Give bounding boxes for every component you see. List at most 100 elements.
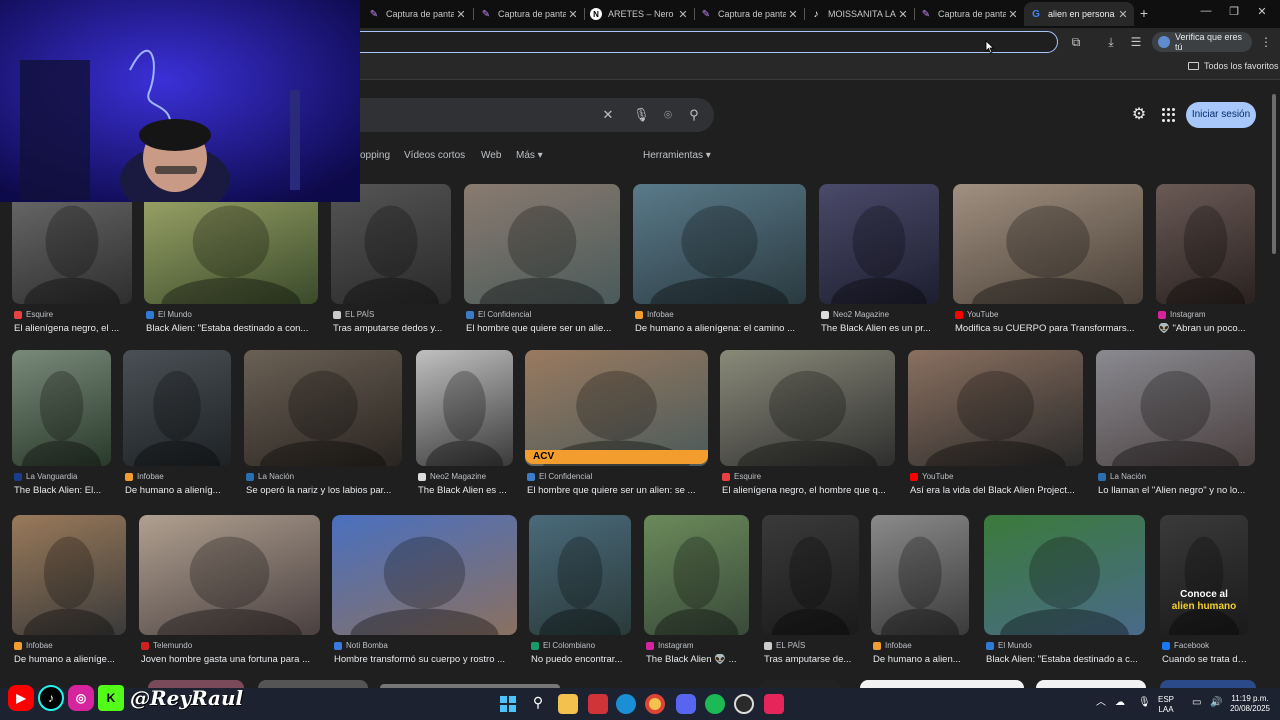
result-source[interactable]: Noti Bomba — [334, 641, 388, 650]
tray-chevron-icon[interactable]: ︿ — [1096, 698, 1106, 708]
result-source[interactable]: Instagram — [646, 641, 694, 650]
tab[interactable]: ✎ Captura de pantalla ✕ — [914, 2, 1024, 26]
result-source[interactable]: Telemundo — [141, 641, 192, 650]
result-source[interactable]: YouTube — [910, 472, 953, 481]
file-explorer-icon[interactable] — [558, 694, 578, 714]
image-thumbnail[interactable] — [762, 515, 859, 635]
image-thumbnail[interactable] — [871, 515, 969, 635]
result-source[interactable]: Esquire — [14, 310, 53, 319]
download-icon[interactable]: ⤓ — [1103, 34, 1119, 50]
image-thumbnail[interactable] — [123, 350, 231, 466]
image-thumbnail[interactable] — [720, 350, 895, 466]
close-icon[interactable]: ✕ — [676, 8, 690, 21]
image-result[interactable]: Noti Bomba Hombre transformó su cuerpo y … — [332, 515, 517, 673]
result-caption[interactable]: Tras amputarse dedos y... — [333, 323, 453, 334]
start-icon[interactable] — [498, 694, 518, 714]
page-scrollbar[interactable] — [1270, 84, 1278, 684]
image-thumbnail[interactable] — [1036, 680, 1146, 688]
filter-web[interactable]: Web — [481, 150, 501, 161]
image-result[interactable]: YouTube Así era la vida del Black Alien P… — [908, 350, 1083, 504]
image-thumbnail[interactable] — [633, 184, 806, 304]
steam-icon[interactable] — [734, 694, 754, 714]
result-caption[interactable]: The Black Alien 👽 ... — [646, 654, 751, 665]
settings-icon[interactable]: ⚙ — [1130, 106, 1148, 124]
image-result[interactable]: La Nación Se operó la nariz y los labios … — [244, 350, 402, 504]
result-caption[interactable]: The Black Alien es ... — [418, 485, 515, 496]
image-thumbnail[interactable] — [1156, 184, 1255, 304]
result-caption[interactable]: Se operó la nariz y los labios par... — [246, 485, 404, 496]
image-thumbnail[interactable] — [244, 350, 402, 466]
image-result[interactable]: EL PAÍS Tras amputarse de... — [762, 515, 859, 673]
result-caption[interactable]: Joven hombre gasta una fortuna para ... — [141, 654, 322, 665]
microphone-icon[interactable]: 🎙 — [1138, 698, 1151, 708]
image-result[interactable]: Esquire El alienígena negro, el hombre qu… — [720, 350, 895, 504]
result-source[interactable]: Neo2 Magazine — [418, 472, 486, 481]
result-source[interactable]: EL PAÍS — [764, 641, 805, 650]
result-source[interactable]: Esquire — [722, 472, 761, 481]
image-result[interactable]: El Confidencial El hombre que quiere ser … — [464, 184, 620, 342]
discord-icon[interactable] — [676, 694, 696, 714]
image-thumbnail[interactable] — [12, 515, 126, 635]
clock[interactable]: 11:19 p.m. 20/08/2025 — [1224, 694, 1276, 714]
close-icon[interactable]: ✕ — [566, 8, 580, 21]
minimize-icon[interactable]: — — [1196, 5, 1216, 21]
result-caption[interactable]: No puedo encontrar... — [531, 654, 633, 665]
result-caption[interactable]: De humano a alieníge... — [14, 654, 128, 665]
menu-icon[interactable]: ⋮ — [1258, 34, 1274, 50]
image-result[interactable]: El Mundo Black Alien: "Estaba destinado a… — [144, 184, 318, 342]
tiktok-app-icon[interactable] — [764, 694, 784, 714]
result-source[interactable]: Facebook — [1162, 641, 1209, 650]
result-source[interactable]: El Colombiano — [531, 641, 595, 650]
image-thumbnail[interactable] — [525, 350, 708, 466]
result-source[interactable]: Infobae — [14, 641, 53, 650]
search-box[interactable]: ✕ 🎙 ⌾ ⚲ — [300, 98, 714, 132]
filter-short-videos[interactable]: Vídeos cortos — [404, 150, 465, 161]
result-source[interactable]: El Confidencial — [527, 472, 592, 481]
chrome-icon[interactable] — [645, 694, 665, 714]
tab[interactable]: ♪ MOISSANITA LAB ✕ — [804, 2, 914, 26]
result-source[interactable]: EL PAÍS — [333, 310, 374, 319]
result-caption[interactable]: Hombre transformó su cuerpo y rostro ... — [334, 654, 519, 665]
result-caption[interactable]: El alienígena negro, el ... — [14, 323, 134, 334]
tab[interactable]: ✎ Captura de pantalla ✕ — [362, 2, 472, 26]
result-caption[interactable]: El alienígena negro, el hombre que q... — [722, 485, 897, 496]
language-indicator[interactable]: ESP LAA — [1158, 695, 1174, 715]
result-caption[interactable]: Cuando se trata de... — [1162, 654, 1250, 665]
filter-more[interactable]: Más ▾ — [516, 150, 543, 161]
result-caption[interactable]: The Black Alien es un pr... — [821, 323, 941, 334]
image-result[interactable]: Instagram The Black Alien 👽 ... — [644, 515, 749, 673]
tools-button[interactable]: Herramientas ▾ — [643, 150, 711, 161]
restore-icon[interactable]: ❐ — [1224, 5, 1244, 21]
image-thumbnail[interactable] — [332, 515, 517, 635]
image-result[interactable]: El Mundo Black Alien: "Estaba destinado a… — [984, 515, 1145, 673]
sign-in-button[interactable]: Iniciar sesión — [1186, 102, 1256, 128]
verify-identity-button[interactable]: Verifica que eres tú — [1152, 32, 1252, 52]
close-icon[interactable]: ✕ — [896, 8, 910, 21]
result-source[interactable]: Infobae — [125, 472, 164, 481]
image-result[interactable]: YouTube Modifica su CUERPO para Transform… — [953, 184, 1143, 342]
image-result[interactable]: Infobae De humano a alieníge... — [12, 515, 126, 673]
image-result[interactable]: Telemundo Joven hombre gasta una fortuna … — [139, 515, 320, 673]
microphone-icon[interactable]: 🎙 — [633, 107, 650, 123]
image-thumbnail[interactable] — [12, 350, 111, 466]
spotify-icon[interactable] — [705, 694, 725, 714]
app-icon[interactable] — [588, 694, 608, 714]
address-bar[interactable] — [300, 31, 1058, 53]
image-result[interactable]: El Colombiano No puedo encontrar... — [529, 515, 631, 673]
result-caption[interactable]: Así era la vida del Black Alien Project.… — [910, 485, 1085, 496]
volume-icon[interactable]: 🔊 — [1210, 698, 1222, 708]
image-result[interactable]: La Vanguardia The Black Alien: El... — [12, 350, 111, 504]
image-thumbnail[interactable] — [1096, 350, 1255, 466]
result-source[interactable]: La Nación — [246, 472, 294, 481]
close-window-icon[interactable]: ✕ — [1252, 5, 1272, 21]
tab[interactable]: ✎ Captura de pantalla ✕ — [694, 2, 804, 26]
image-result[interactable]: Neo2 Magazine The Black Alien es ... — [416, 350, 513, 504]
image-result[interactable]: Instagram 👽 "Abran un poco... — [1156, 184, 1255, 342]
result-source[interactable]: El Mundo — [146, 310, 192, 319]
result-caption[interactable]: Black Alien: "Estaba destinado a c... — [986, 654, 1147, 665]
image-thumbnail[interactable] — [331, 184, 451, 304]
apps-grid-icon[interactable] — [1162, 108, 1176, 122]
result-caption[interactable]: Modifica su CUERPO para Transformars... — [955, 323, 1145, 334]
onedrive-icon[interactable]: ☁ — [1115, 698, 1125, 708]
image-result[interactable]: La Nación Lo llaman el "Alien negro" y no… — [1096, 350, 1255, 504]
